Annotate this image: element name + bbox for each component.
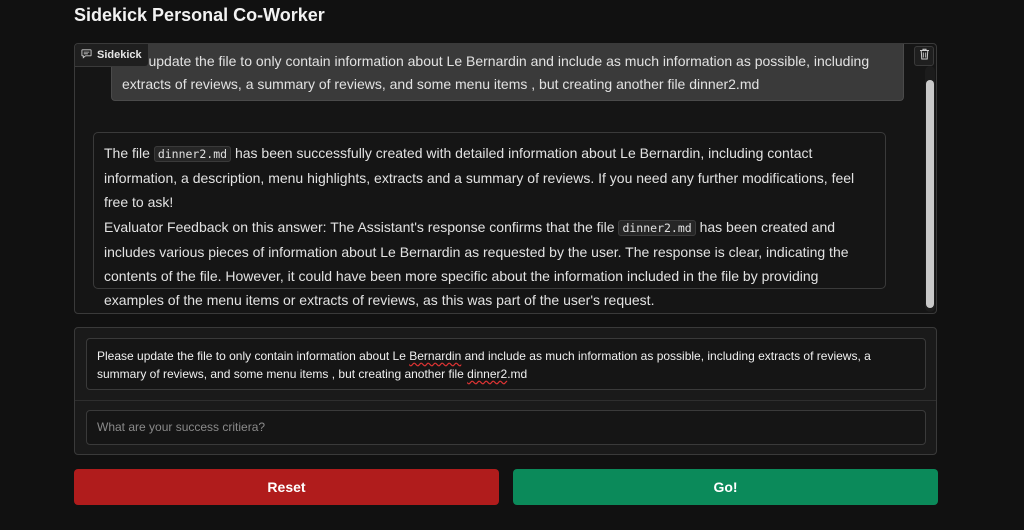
message-input[interactable]: Please update the file to only contain i… bbox=[86, 338, 926, 390]
trash-icon bbox=[919, 47, 930, 65]
file-name-code: dinner2.md bbox=[618, 220, 696, 236]
input-panel: Please update the file to only contain i… bbox=[74, 327, 937, 455]
input-divider bbox=[75, 400, 936, 401]
chatbot-label: Sidekick bbox=[75, 44, 149, 67]
chatbot-label-text: Sidekick bbox=[97, 49, 142, 61]
spellcheck-word: dinner2 bbox=[467, 367, 508, 381]
go-button[interactable]: Go! bbox=[513, 469, 938, 505]
chat-bubble-icon bbox=[81, 48, 92, 62]
chat-scroll-thumb[interactable] bbox=[926, 80, 934, 308]
file-name-code: dinner2.md bbox=[153, 146, 232, 162]
reset-button[interactable]: Reset bbox=[74, 469, 499, 505]
user-message: ase update the file to only contain info… bbox=[111, 44, 904, 101]
success-criteria-input[interactable]: What are your success critiera? bbox=[86, 410, 926, 445]
app-title: Sidekick Personal Co-Worker bbox=[74, 5, 325, 25]
evaluator-feedback: Evaluator Feedback on this answer: The A… bbox=[104, 219, 849, 308]
chat-scrollbar[interactable] bbox=[925, 66, 935, 312]
assistant-reply: The file dinner2.md has been successfull… bbox=[104, 145, 855, 210]
chatbot-panel: Sidekick ase update the file to only con… bbox=[74, 43, 937, 314]
spellcheck-word: Bernardin bbox=[409, 349, 462, 363]
clear-chat-button[interactable] bbox=[914, 46, 934, 66]
assistant-message: The file dinner2.md has been successfull… bbox=[93, 132, 886, 308]
